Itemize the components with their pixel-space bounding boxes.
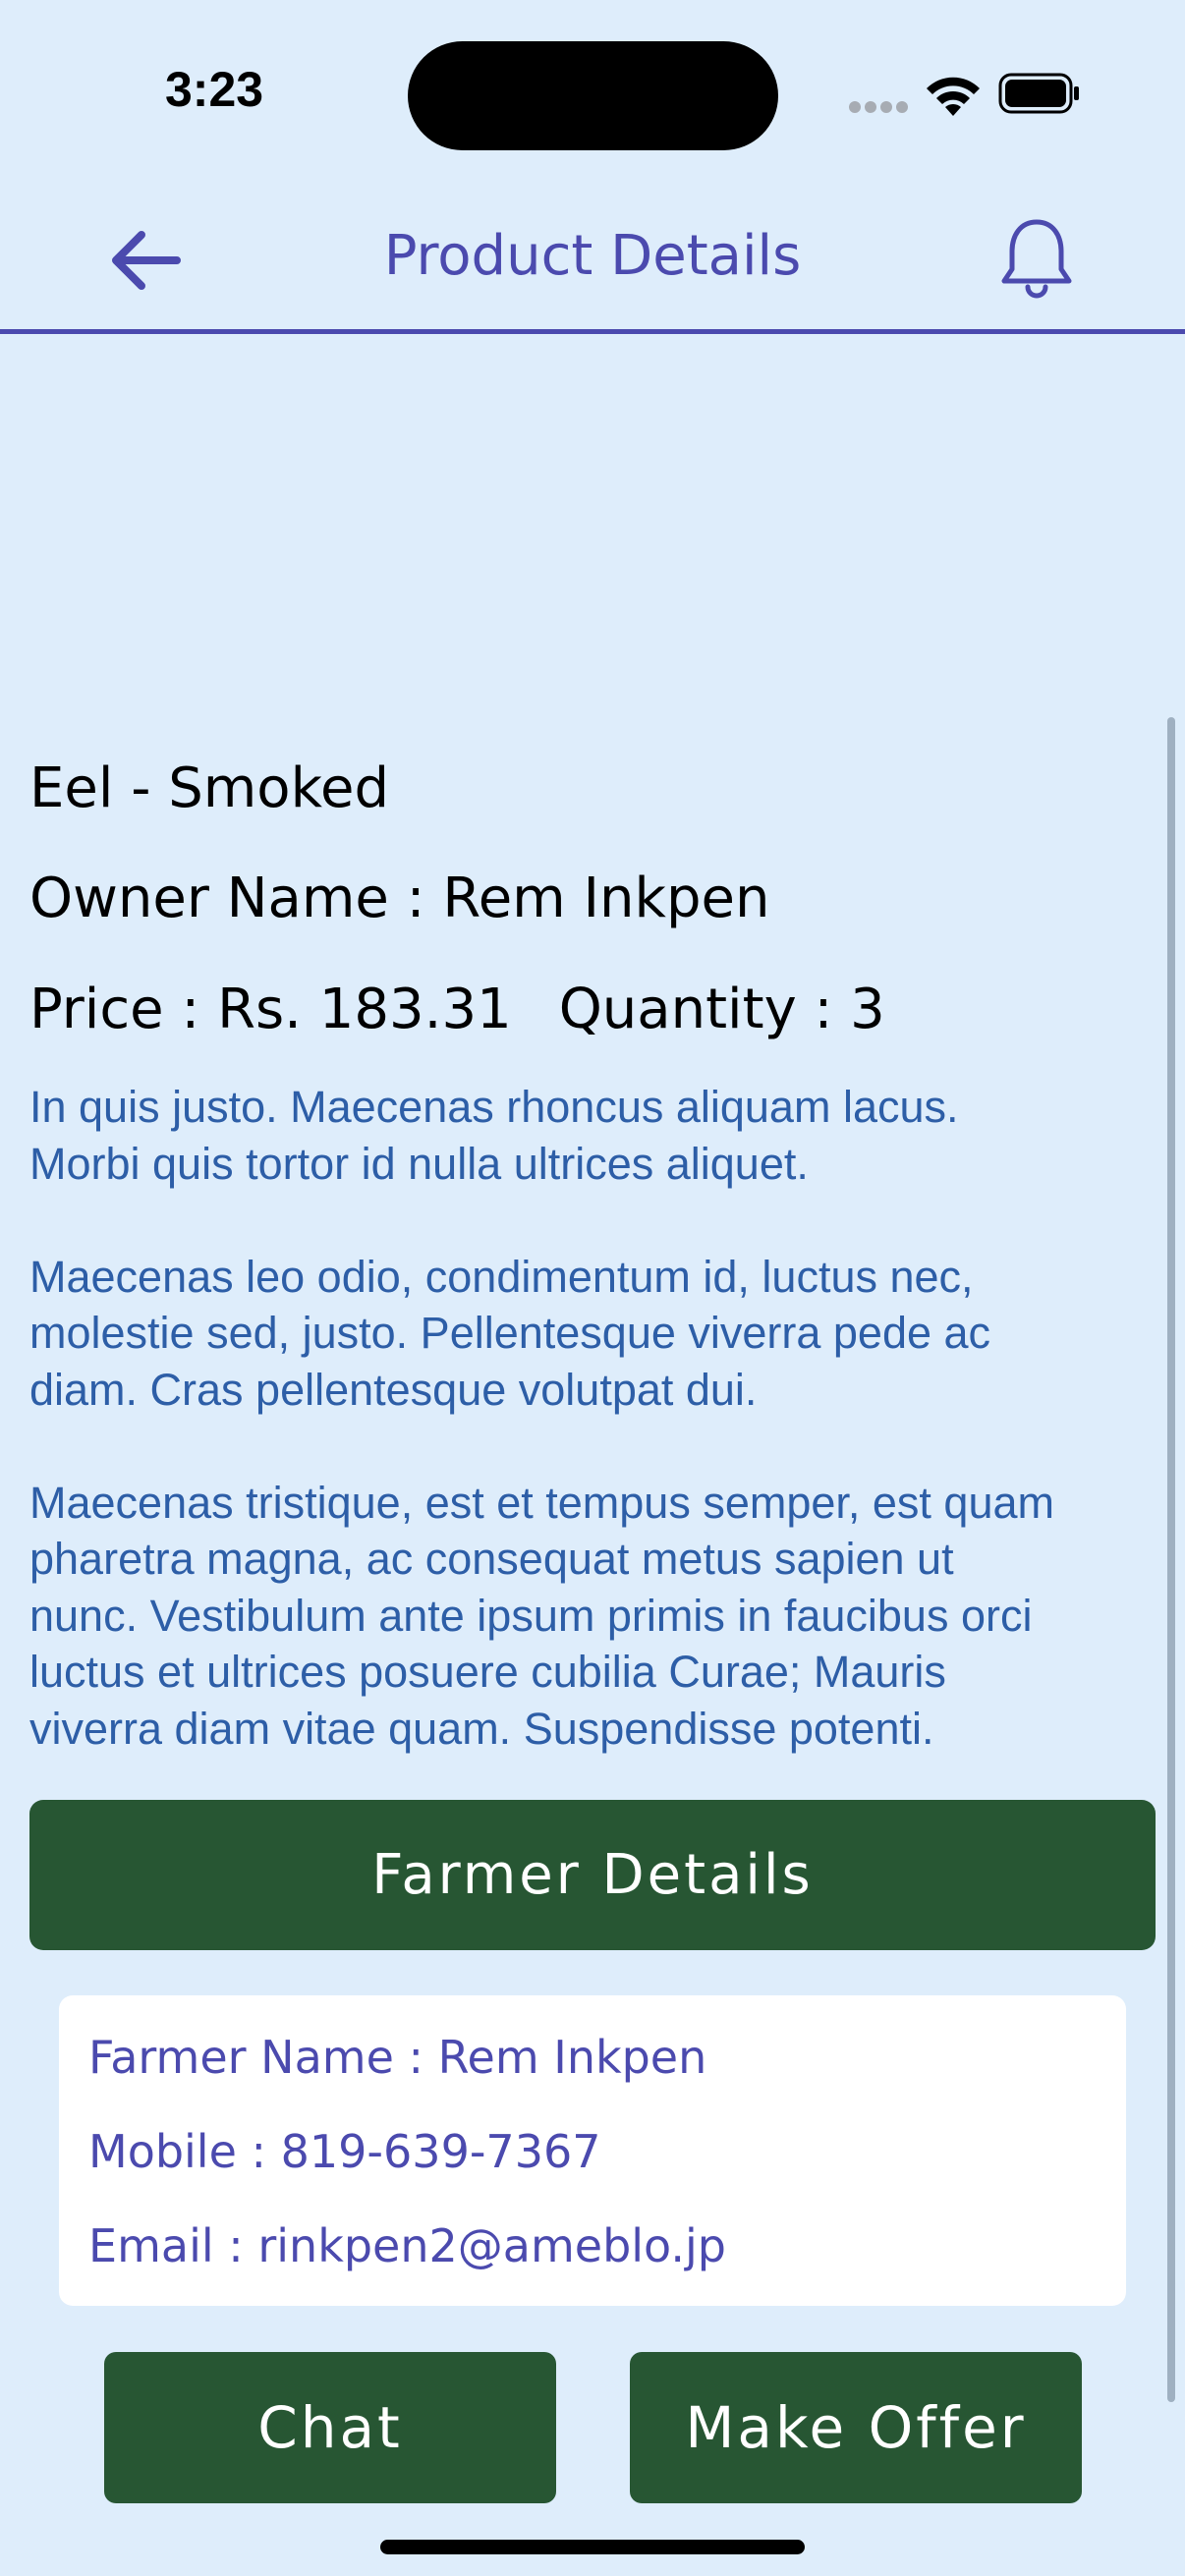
cellular-signal-icon [849,98,912,117]
product-price: Price : Rs. 183.31 [29,978,512,1041]
home-indicator[interactable] [380,2540,805,2554]
farmer-details-button[interactable]: Farmer Details [29,1800,1156,1950]
chat-button[interactable]: Chat [104,2352,556,2503]
status-time: 3:23 [165,62,264,117]
product-description: In quis justo. Maecenas rhoncus aliquam … [29,1082,1054,1754]
owner-name: Owner Name : Rem Inkpen [29,867,770,930]
product-quantity: Quantity : 3 [558,978,885,1041]
make-offer-button[interactable]: Make Offer [630,2352,1082,2503]
farmer-info-card: Farmer Name : Rem Inkpen Mobile : 819-63… [59,1995,1126,2306]
price-quantity-row: Price : Rs. 183.31 Quantity : 3 [29,978,885,1041]
wifi-icon [927,77,980,116]
farmer-email: Email : rinkpen2@ameblo.jp [88,2219,726,2272]
product-name: Eel - Smoked [29,756,389,820]
battery-icon [998,73,1079,114]
product-details-screen: 3:23 Product Details Eel - Smoked Owner … [0,0,1185,2576]
farmer-mobile: Mobile : 819-639-7367 [88,2125,601,2178]
farmer-name: Farmer Name : Rem Inkpen [88,2031,707,2084]
app-header: Product Details [0,196,1185,334]
dynamic-island [408,41,778,150]
scroll-indicator[interactable] [1167,717,1175,2402]
bell-icon[interactable] [994,214,1079,303]
